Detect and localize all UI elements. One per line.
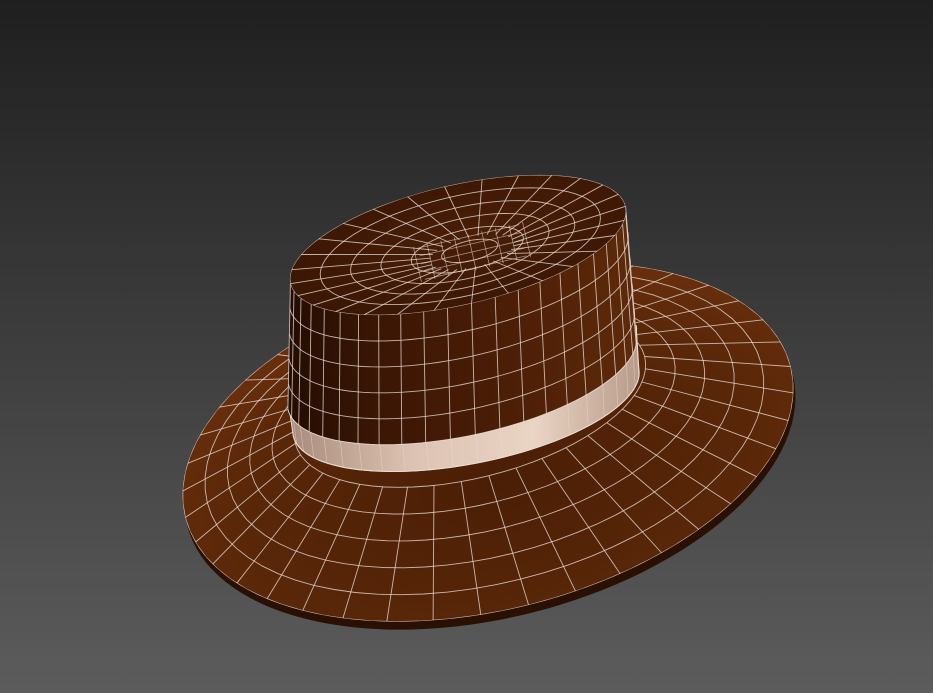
viewport[interactable]: [0, 0, 933, 693]
viewport-scene: [0, 0, 933, 693]
crown-vertical-line: [357, 314, 359, 444]
